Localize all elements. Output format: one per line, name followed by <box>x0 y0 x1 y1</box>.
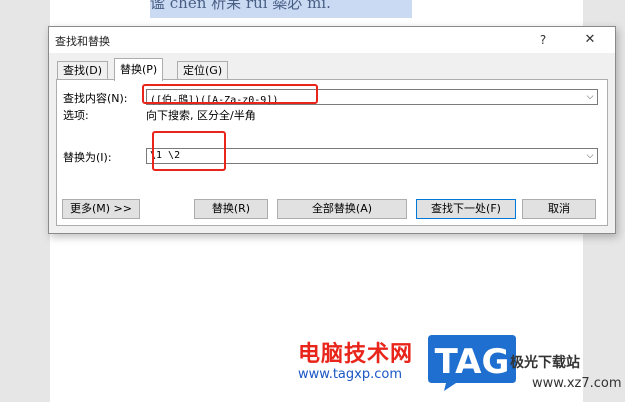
replace-with-value: \1 \2 <box>150 150 181 161</box>
watermark-url: www.tagxp.com <box>298 367 402 382</box>
options-label: 选项: <box>63 109 89 122</box>
chevron-down-icon[interactable]: ⌵ <box>583 149 597 163</box>
find-next-button[interactable]: 查找下一处(F) <box>416 199 516 219</box>
watermark-name: 电脑技术网 <box>298 342 414 367</box>
replace-all-button[interactable]: 全部替换(A) <box>277 199 407 219</box>
close-button[interactable]: ✕ <box>579 30 601 50</box>
find-what-label: 查找内容(N): <box>63 92 128 105</box>
tab-replace[interactable]: 替换(P) <box>114 58 164 81</box>
help-button[interactable]: ? <box>533 30 553 50</box>
tab-goto[interactable]: 定位(G) <box>177 61 229 80</box>
cancel-button[interactable]: 取消 <box>522 199 596 219</box>
dialog-title: 查找和替换 <box>55 35 110 48</box>
dialog-titlebar: 查找和替换 ? ✕ <box>49 27 615 53</box>
find-what-value: ([伯-鴟])([A-Za-z0-9]) <box>150 95 279 106</box>
replace-button[interactable]: 替换(R) <box>194 199 268 219</box>
replace-with-combo[interactable]: \1 \2 ⌵ <box>146 148 598 164</box>
find-replace-dialog: 查找和替换 ? ✕ 查找(D) 替换(P) 定位(G) 查找内容(N): ([伯… <box>48 26 616 234</box>
logo-text: TAG <box>435 342 510 382</box>
document-text: 谧 chen 析呆 rui 橤必 mi. <box>150 0 412 18</box>
watermark-site: 极光下载站 <box>510 355 580 371</box>
replace-with-label: 替换为(I): <box>63 151 112 164</box>
find-what-combo[interactable]: ([伯-鴟])([A-Za-z0-9]) ⌵ <box>146 89 598 106</box>
tag-logo-icon: TAG <box>428 335 516 391</box>
watermark-site-url: www.xz7.com <box>532 376 622 391</box>
options-value: 向下搜索, 区分全/半角 <box>146 109 256 122</box>
more-button[interactable]: 更多(M) >> <box>62 199 140 219</box>
chevron-down-icon[interactable]: ⌵ <box>583 90 597 104</box>
tab-find[interactable]: 查找(D) <box>57 61 109 80</box>
